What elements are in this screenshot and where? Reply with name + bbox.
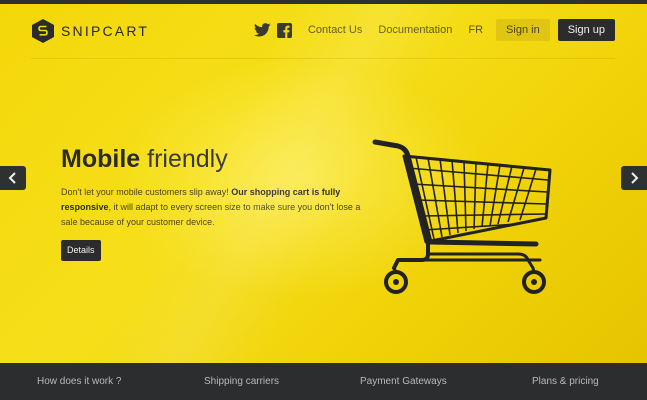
social-links <box>253 22 292 38</box>
facebook-icon[interactable] <box>276 22 292 38</box>
footer-nav: How does it work ? Shipping carriers Pay… <box>0 363 647 400</box>
hero-title-light: friendly <box>147 145 228 173</box>
hero-title-strong: Mobile <box>61 145 141 173</box>
footer-link-payment-gateways[interactable]: Payment Gateways <box>360 376 447 387</box>
footer-link-how-it-works[interactable]: How does it work ? <box>37 376 121 387</box>
snipcart-logo-icon <box>32 19 54 43</box>
twitter-icon[interactable] <box>253 23 271 37</box>
hero-description: Don't let your mobile customers slip awa… <box>61 185 379 230</box>
footer-link-plans-pricing[interactable]: Plans & pricing <box>532 376 599 387</box>
chevron-right-icon <box>631 172 639 184</box>
hero-title: Mobile friendly <box>61 144 228 174</box>
footer-link-shipping-carriers[interactable]: Shipping carriers <box>204 376 279 387</box>
nav-documentation-link[interactable]: Documentation <box>378 24 452 36</box>
sign-in-button[interactable]: Sign in <box>496 19 550 41</box>
shopping-cart-icon <box>372 139 552 294</box>
language-switch-link[interactable]: FR <box>468 24 483 36</box>
top-nav: Contact Us Documentation FR Sign in Sign… <box>253 19 615 41</box>
carousel-next-button[interactable] <box>621 166 647 190</box>
hero-desc-start: Don't let your mobile customers slip awa… <box>61 187 232 197</box>
chevron-left-icon <box>8 172 16 184</box>
sign-up-button[interactable]: Sign up <box>557 19 615 41</box>
details-button[interactable]: Details <box>61 240 101 261</box>
hero-banner: SNIPCART Contact Us Documentation FR Sig… <box>0 4 647 363</box>
nav-contact-link[interactable]: Contact Us <box>308 24 362 36</box>
brand-name: SNIPCART <box>61 23 150 39</box>
carousel-prev-button[interactable] <box>0 166 26 190</box>
brand-logo[interactable]: SNIPCART <box>31 18 149 44</box>
header-divider <box>31 58 615 59</box>
